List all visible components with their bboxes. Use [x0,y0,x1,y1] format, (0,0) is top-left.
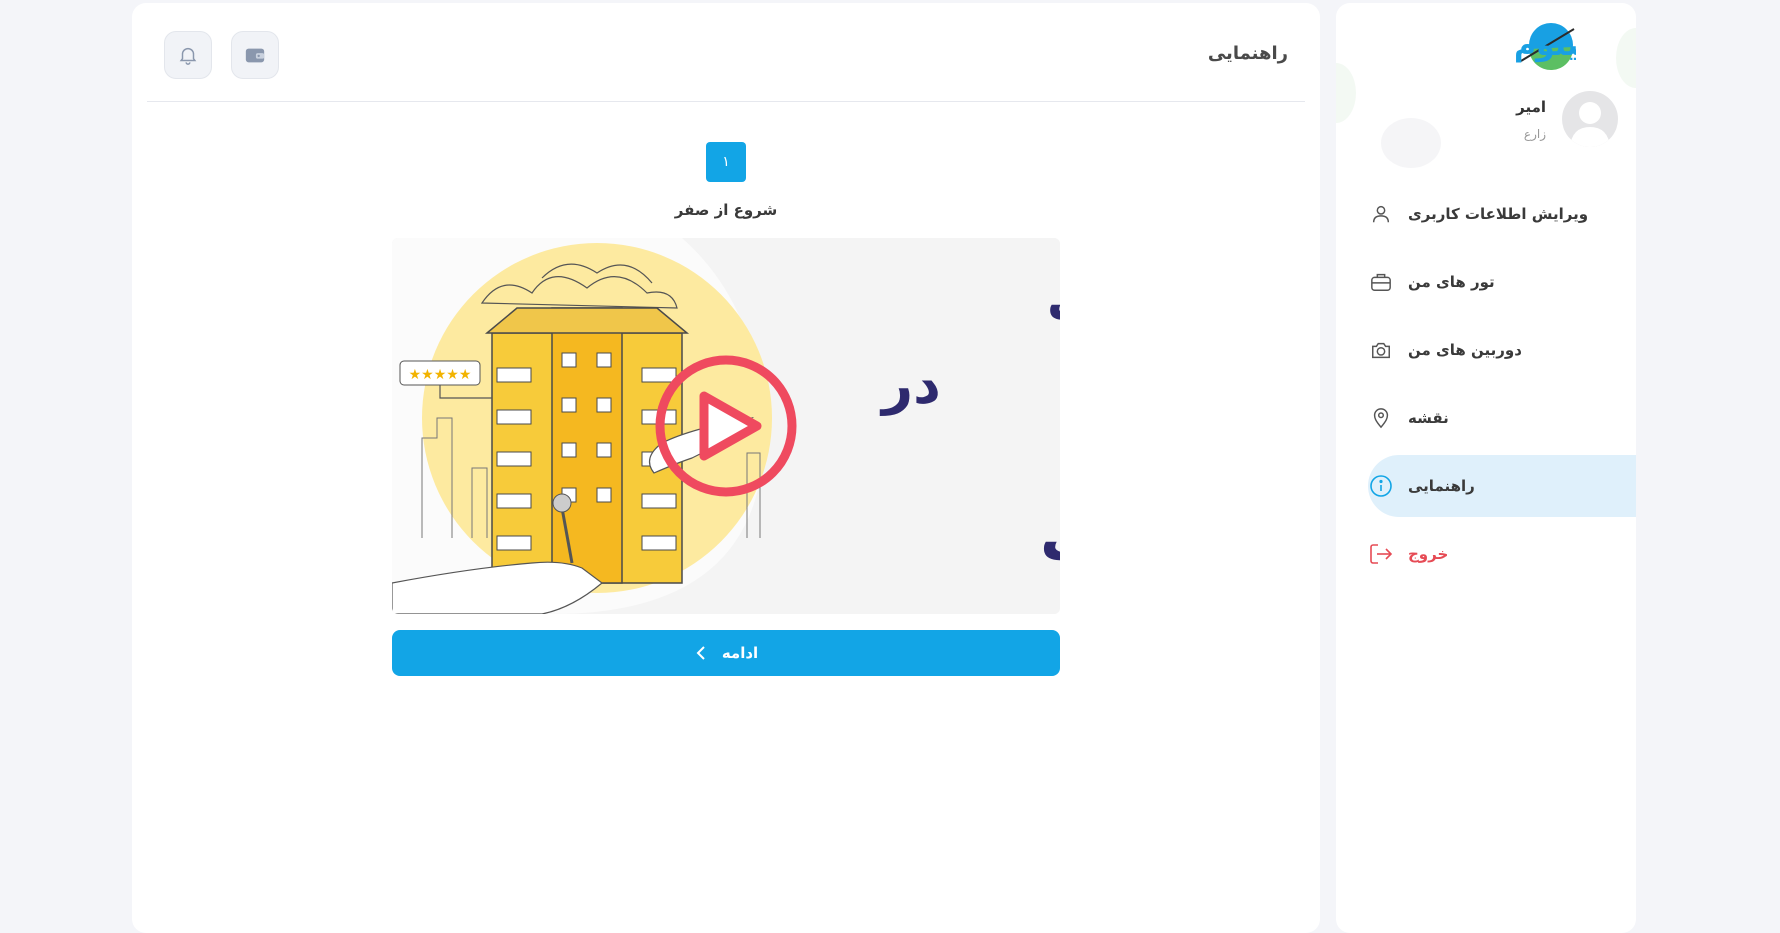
camera-icon [1368,337,1394,363]
notifications-button[interactable] [164,31,212,79]
continue-label: ادامه [721,644,759,662]
spinom-logo[interactable]: اسپینوم [1396,19,1631,73]
step-title: شروع از صفر [674,201,778,219]
sidebar-item-label: تور های من [1408,273,1495,291]
bell-icon [179,47,197,65]
briefcase-icon [1368,269,1394,295]
sidebar-item-help[interactable]: راهنمایی [1368,455,1636,517]
page-title: راهنمایی [1207,43,1288,64]
continue-button[interactable]: ادامه [392,630,1060,676]
sidebar-item-label: دوربین های من [1408,341,1522,359]
wallet-button[interactable] [231,31,279,79]
sidebar-item-logout[interactable]: خروج [1368,523,1636,585]
video-player[interactable]: ★★★★★ تحولی بزرگ در حوزه املاک [392,238,1060,614]
user-icon [1368,201,1394,227]
user-role: زارع [1523,127,1546,141]
video-thumbnail: ★★★★★ تحولی بزرگ در حوزه املاک [392,238,1060,614]
sidebar-menu: ویرایش اطلاعات کاربری تور های من دوربین … [1336,183,1636,591]
video-headline-1: تحولی بزرگ [1047,272,1060,331]
decor-blob [1336,63,1356,123]
video-headline-2: در [879,353,941,416]
avatar[interactable] [1562,91,1618,147]
sidebar-item-label: راهنمایی [1408,477,1475,495]
map-pin-icon [1368,405,1394,431]
sidebar-item-label: ویرایش اطلاعات کاربری [1408,205,1589,223]
sidebar-item-map[interactable]: نقشه [1368,387,1636,449]
sidebar: اسپینوم امیر زارع ویرایش اطلاعات کاربری … [1336,3,1636,933]
sidebar-item-my-tours[interactable]: تور های من [1368,251,1636,313]
svg-text:★★★★★: ★★★★★ [409,367,472,383]
decor-blob [1616,28,1636,88]
sidebar-item-edit-profile[interactable]: ویرایش اطلاعات کاربری [1368,183,1636,245]
logo-text: اسپینوم [1514,28,1576,63]
sidebar-item-my-cameras[interactable]: دوربین های من [1368,319,1636,381]
sidebar-item-label: نقشه [1408,409,1449,427]
video-headline-3: حوزه املاک [1040,500,1060,573]
sidebar-item-label: خروج [1408,545,1449,563]
chevron-left-icon [696,646,705,660]
wallet-icon [245,48,265,63]
info-icon [1368,473,1394,499]
main-panel: راهنمایی ۱ شروع از صفر ★★★★★ در ادامه [132,3,1320,933]
header-divider [147,101,1305,102]
decor-blob [1381,118,1441,168]
step-number-badge: ۱ [706,142,746,182]
user-name: امیر [1516,98,1546,116]
logout-icon [1368,541,1394,567]
